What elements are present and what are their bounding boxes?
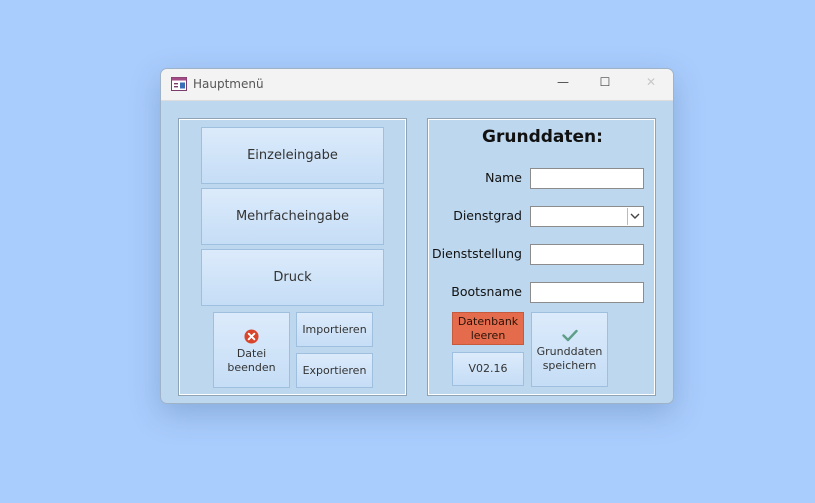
version-button[interactable]: V02.16 xyxy=(452,352,524,386)
title-bar[interactable]: Hauptmenü — ☐ ✕ xyxy=(161,69,673,101)
importieren-button[interactable]: Importieren xyxy=(296,312,373,347)
dienststellung-label: Dienststellung xyxy=(432,246,522,261)
maximize-button[interactable]: ☐ xyxy=(591,75,619,95)
main-menu-window: Hauptmenü — ☐ ✕ Einzeleingabe Mehrfachei… xyxy=(160,68,674,404)
grunddaten-speichern-label-line2: speichern xyxy=(542,359,597,372)
grunddaten-speichern-label-line1: Grunddaten xyxy=(536,345,603,358)
datenbank-leeren-label-line1: Datenbank xyxy=(457,315,519,328)
chevron-down-icon xyxy=(630,213,640,219)
dienstgrad-dropdown-button[interactable] xyxy=(627,208,642,225)
minimize-button[interactable]: — xyxy=(549,75,577,95)
datenbank-leeren-button[interactable]: Datenbank leeren xyxy=(452,312,524,345)
datei-beenden-label-line1: Datei xyxy=(236,347,267,360)
close-circle-icon xyxy=(244,329,259,344)
einzeleingabe-button[interactable]: Einzeleingabe xyxy=(201,127,384,184)
dienstgrad-label: Dienstgrad xyxy=(453,208,522,223)
grunddaten-speichern-button[interactable]: Grunddaten speichern xyxy=(531,312,608,387)
form-icon xyxy=(171,77,187,91)
druck-button[interactable]: Druck xyxy=(201,249,384,306)
datenbank-leeren-label-line2: leeren xyxy=(470,329,506,342)
checkmark-icon xyxy=(562,329,578,342)
name-input[interactable] xyxy=(530,168,644,189)
dienststellung-input[interactable] xyxy=(530,244,644,265)
name-label: Name xyxy=(485,170,522,185)
window-title: Hauptmenü xyxy=(193,77,264,91)
navigation-panel: Einzeleingabe Mehrfacheingabe Druck Date… xyxy=(178,118,407,396)
exportieren-button[interactable]: Exportieren xyxy=(296,353,373,388)
grunddaten-panel: Grunddaten: Name Dienstgrad Dienststellu… xyxy=(427,118,656,396)
bootsname-label: Bootsname xyxy=(451,284,522,299)
close-button[interactable]: ✕ xyxy=(637,75,665,95)
datei-beenden-button[interactable]: Datei beenden xyxy=(213,312,290,388)
dienstgrad-combo[interactable] xyxy=(530,206,644,227)
datei-beenden-label-line2: beenden xyxy=(227,361,276,374)
grunddaten-heading: Grunddaten: xyxy=(482,127,603,147)
bootsname-input[interactable] xyxy=(530,282,644,303)
mehrfacheingabe-button[interactable]: Mehrfacheingabe xyxy=(201,188,384,245)
